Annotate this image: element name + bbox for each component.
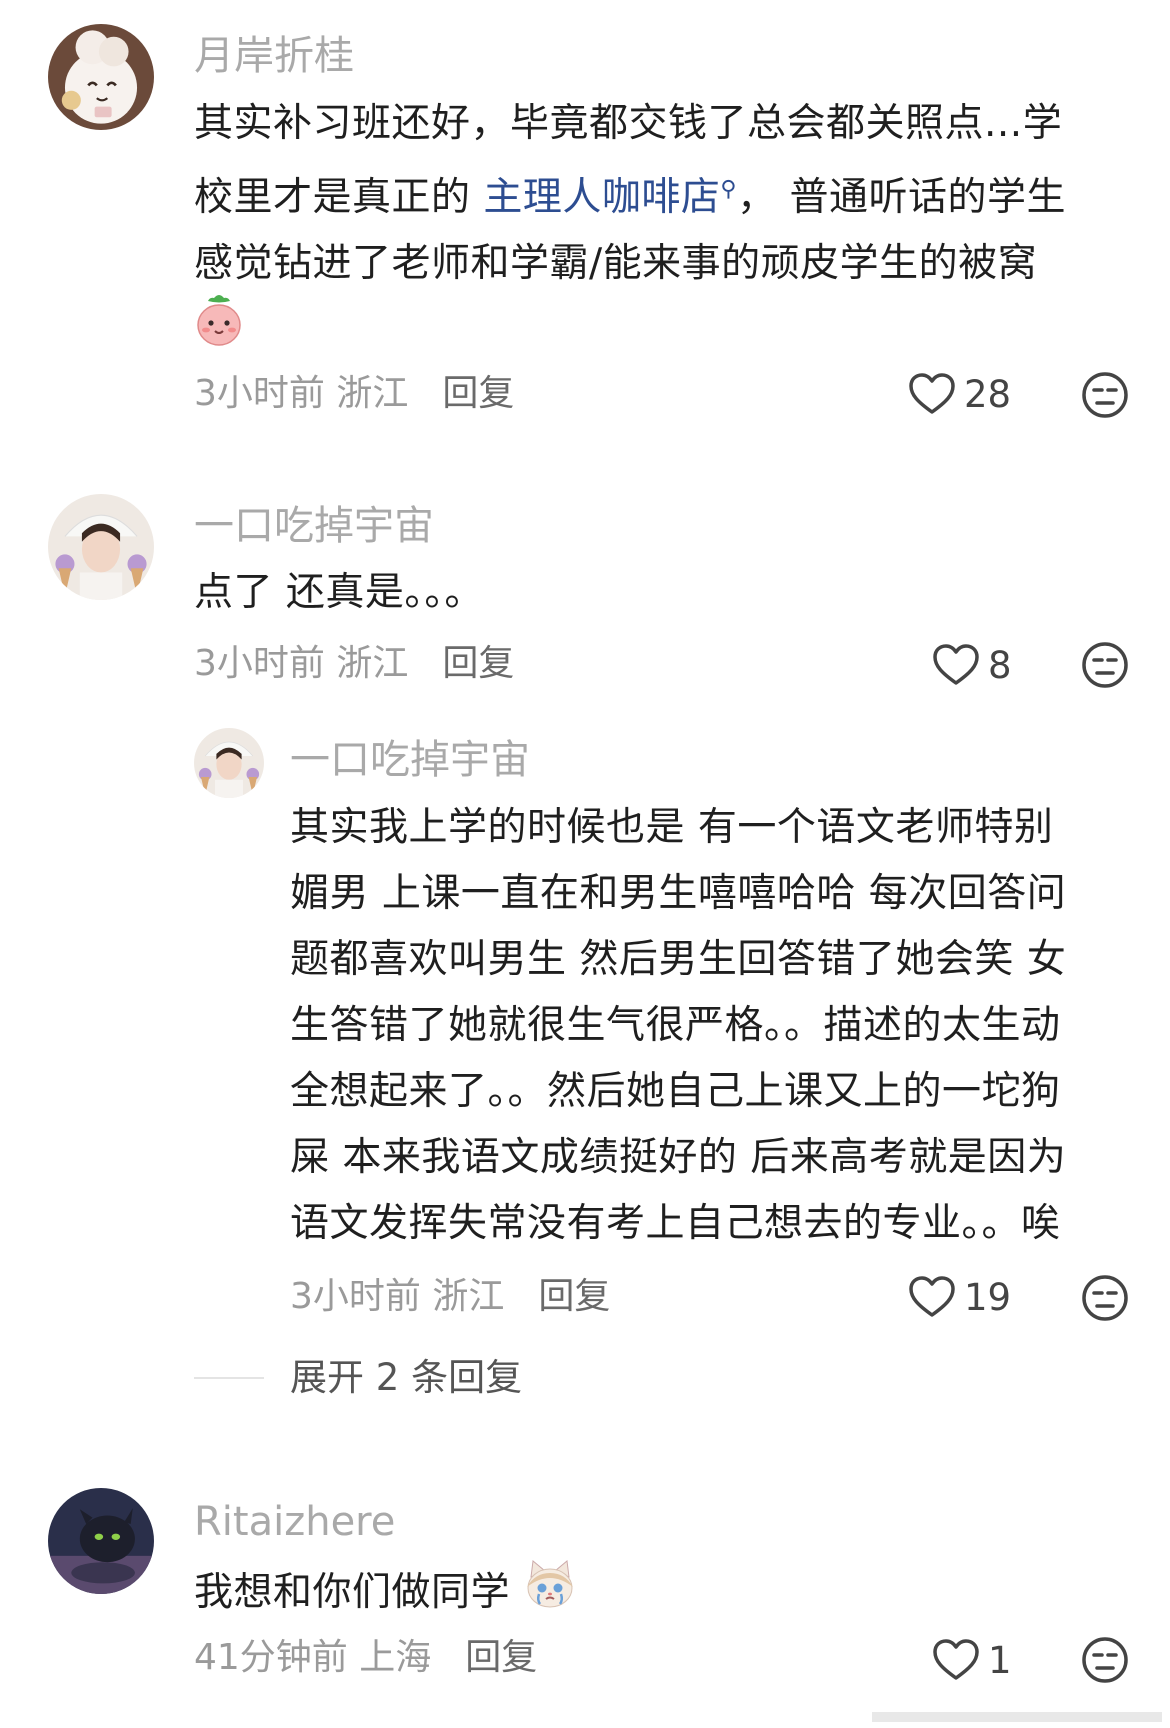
dislike-button[interactable] — [1080, 1273, 1130, 1323]
like-count: 1 — [988, 1638, 1012, 1682]
like-count: 19 — [964, 1275, 1012, 1319]
comment-meta: 41分钟前 上海 回复 — [194, 1640, 537, 1676]
like-button[interactable]: 8 — [932, 643, 1012, 687]
username[interactable]: 一口吃掉宇宙 — [194, 506, 434, 546]
avatar[interactable] — [48, 24, 154, 130]
scroll-indicator — [872, 1712, 1162, 1722]
comment-text: 其实我上学的时候也是 有一个语文老师特别 媚男 上课一直在和男生嘻嘻哈哈 每次回… — [290, 795, 1066, 1257]
like-button[interactable]: 1 — [932, 1638, 1012, 1682]
comment-line: 屎 本来我语文成绩挺好的 后来高考就是因为 — [290, 1135, 1067, 1180]
dislike-button[interactable] — [1080, 1635, 1130, 1685]
heart-outline-icon — [933, 1639, 979, 1680]
unamused-face-icon — [1082, 1275, 1128, 1321]
avatar[interactable] — [48, 1488, 154, 1594]
expand-replies-button[interactable]: 展开 2 条回复 — [290, 1359, 522, 1396]
comment-meta: 3小时前 浙江 回复 — [194, 646, 514, 682]
comment-line: 其实补习班还好，毕竟都交钱了总会都关照点...学 — [194, 101, 1063, 146]
reply-button[interactable]: 回复 — [465, 1637, 537, 1678]
crying-cat-emoji-icon — [523, 1557, 577, 1632]
heart-outline-icon — [933, 644, 979, 685]
topic-link-label: 主理人咖啡店 — [483, 175, 721, 220]
comment-line: 校里才是真正的 主理人咖啡店⚲， 普通听话的学生 — [194, 157, 1066, 231]
comment-meta: 3小时前 浙江 回复 — [194, 376, 514, 412]
username[interactable]: 一口吃掉宇宙 — [290, 740, 530, 780]
comment-line: 感觉钻进了老师和学霸/能来事的顽皮学生的被窝 — [194, 241, 1038, 286]
timestamp-location: 3小时前 浙江 — [194, 373, 409, 414]
timestamp-location: 41分钟前 上海 — [194, 1637, 432, 1678]
avatar[interactable] — [48, 494, 154, 600]
username[interactable]: Ritaizhere — [194, 1502, 395, 1542]
comment-line: 我想和你们做同学 — [194, 1570, 511, 1615]
unamused-face-icon — [1082, 642, 1128, 688]
reply-button[interactable]: 回复 — [538, 1276, 610, 1317]
comment-line: 其实我上学的时候也是 有一个语文老师特别 — [290, 805, 1054, 850]
dislike-button[interactable] — [1080, 640, 1130, 690]
heart-outline-icon — [909, 1276, 955, 1317]
reply-button[interactable]: 回复 — [442, 373, 514, 414]
comment-line: 语文发挥失常没有考上自己想去的专业。。唉 — [290, 1201, 1061, 1246]
comment-segment: ， 普通听话的学生 — [737, 175, 1066, 220]
timestamp-location: 3小时前 浙江 — [290, 1276, 505, 1317]
comment-text: 我想和你们做同学 — [194, 1557, 577, 1632]
like-count: 8 — [988, 643, 1012, 687]
like-button[interactable]: 28 — [908, 372, 1011, 416]
strawberry-face-emoji-icon — [194, 292, 244, 348]
avatar[interactable] — [194, 728, 264, 798]
timestamp-location: 3小时前 浙江 — [194, 643, 409, 684]
comment-meta: 3小时前 浙江 回复 — [290, 1279, 610, 1315]
comment-line: 生答错了她就很生气很严格。。描述的太生动 — [290, 1003, 1061, 1048]
search-icon: ⚲ — [720, 177, 738, 202]
comment-text: 其实补习班还好，毕竟都交钱了总会都关照点...学 校里才是真正的 主理人咖啡店⚲… — [194, 91, 1066, 297]
heart-outline-icon — [909, 373, 955, 414]
comment-line: 题都喜欢叫男生 然后男生回答错了她会笑 女 — [290, 937, 1067, 982]
like-count: 28 — [964, 372, 1012, 416]
unamused-face-icon — [1082, 1637, 1128, 1683]
dislike-button[interactable] — [1080, 370, 1130, 420]
divider — [194, 1377, 264, 1379]
unamused-face-icon — [1082, 372, 1128, 418]
comment-line: 媚男 上课一直在和男生嘻嘻哈哈 每次回答问 — [290, 871, 1067, 916]
reply-button[interactable]: 回复 — [442, 643, 514, 684]
like-button[interactable]: 19 — [908, 1275, 1011, 1319]
comment-line: 全想起来了。。然后她自己上课又上的一坨狗 — [290, 1069, 1061, 1114]
topic-link[interactable]: 主理人咖啡店⚲ — [483, 175, 737, 220]
username[interactable]: 月岸折桂 — [194, 36, 354, 76]
comment-text: 点了 还真是。。。 — [194, 570, 484, 615]
comment-segment: 校里才是真正的 — [194, 175, 484, 220]
